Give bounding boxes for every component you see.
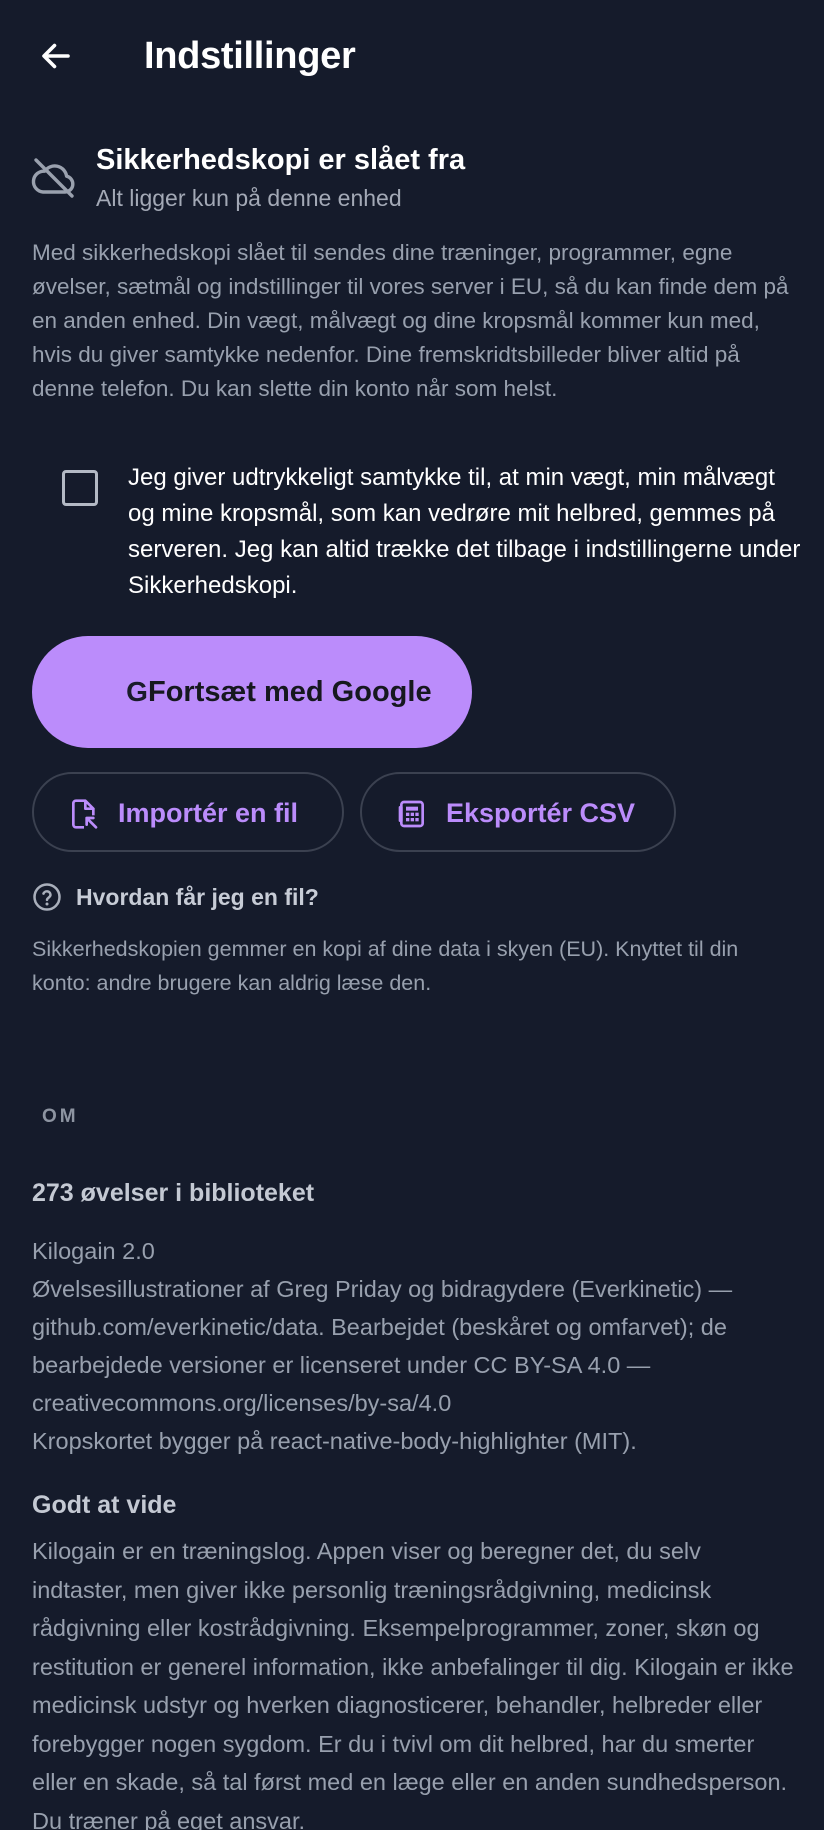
backup-description: Med sikkerhedskopi slået til sendes dine… <box>32 240 789 401</box>
arrow-left-icon <box>42 43 70 69</box>
question-circle-icon[interactable] <box>32 882 62 912</box>
good-to-know-title: Godt at vide <box>32 1491 177 1519</box>
consent-checkbox[interactable] <box>62 470 98 506</box>
export-csv-label: Eksportér CSV <box>446 798 636 828</box>
credit-line: github.com/everkinetic/data. Bearbejdet … <box>32 1314 727 1340</box>
google-signin-button[interactable]: G Fortsæt med Google <box>32 636 472 748</box>
backup-status-subtitle: Alt ligger kun på denne enhed <box>96 185 402 211</box>
about-credits: Kilogain 2.0 Øvelsesillustrationer af Gr… <box>32 1232 802 1460</box>
credit-line: bearbejdede versioner er licenseret unde… <box>32 1352 651 1378</box>
import-file-label: Importér en fil <box>118 798 299 828</box>
consent-label[interactable]: Jeg giver udtrykkeligt samtykke til, at … <box>128 460 808 604</box>
credit-line: creativecommons.org/licenses/by-sa/4.0 <box>32 1390 452 1416</box>
export-csv-button[interactable]: Eksportér CSV <box>360 772 676 852</box>
import-file-button[interactable]: Importér en fil <box>32 772 344 852</box>
cloud-off-icon <box>31 158 75 198</box>
settings-screen: Indstillinger Sikkerhedskopi er slået fr… <box>0 0 824 1830</box>
section-header-about: OM <box>42 1106 79 1127</box>
app-header: Indstillinger <box>0 0 824 112</box>
file-import-icon <box>72 799 98 829</box>
help-link[interactable]: Hvordan får jeg en fil? <box>76 880 319 914</box>
spreadsheet-icon <box>398 800 424 828</box>
page-title: Indstillinger <box>144 35 356 77</box>
credit-line: Kropskortet bygger på react-native-body-… <box>32 1428 637 1454</box>
credit-line: Øvelsesillustrationer af Greg Priday og … <box>32 1276 733 1302</box>
app-version: Kilogain 2.0 <box>32 1238 155 1264</box>
good-to-know-text: Kilogain er en træningslog. Appen viser … <box>32 1538 794 1830</box>
exercise-count: 273 øvelser i biblioteket <box>32 1179 315 1207</box>
backup-status-title: Sikkerhedskopi er slået fra <box>96 144 466 176</box>
back-button[interactable] <box>30 30 82 82</box>
backup-note: Sikkerhedskopien gemmer en kopi af dine … <box>32 937 739 995</box>
google-signin-label: Fortsæt med Google <box>148 676 432 708</box>
